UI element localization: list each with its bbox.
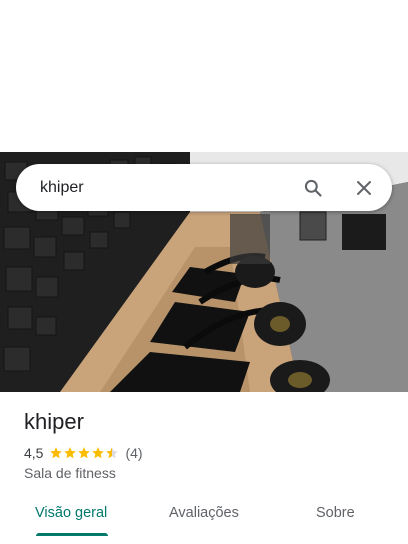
star-icon bbox=[63, 446, 77, 460]
place-category: Sala de fitness bbox=[24, 465, 116, 481]
tab-overview[interactable]: Visão geral bbox=[0, 496, 136, 536]
star-icon bbox=[49, 446, 63, 460]
place-title: khiper bbox=[24, 409, 84, 434]
rating-value: 4,5 bbox=[24, 445, 44, 461]
star-icon bbox=[105, 446, 119, 460]
rating-row[interactable]: 4,5 (4) bbox=[24, 445, 143, 461]
place-tabs: Visão geral Avaliações Sobre bbox=[0, 496, 408, 536]
tab-reviews-label: Avaliações bbox=[169, 505, 239, 521]
active-tab-indicator bbox=[36, 533, 108, 536]
tab-about-label: Sobre bbox=[316, 505, 355, 521]
tab-about[interactable]: Sobre bbox=[272, 496, 408, 536]
tab-overview-label: Visão geral bbox=[35, 505, 108, 521]
map-area-blank bbox=[0, 0, 408, 152]
search-bar[interactable]: khiper bbox=[16, 164, 392, 211]
review-count[interactable]: (4) bbox=[125, 445, 142, 461]
star-icon bbox=[77, 446, 91, 460]
close-icon[interactable] bbox=[352, 176, 376, 200]
search-icon[interactable] bbox=[301, 176, 325, 200]
tab-reviews[interactable]: Avaliações bbox=[136, 496, 272, 536]
rating-stars bbox=[49, 446, 119, 460]
star-icon bbox=[91, 446, 105, 460]
search-input[interactable]: khiper bbox=[40, 179, 301, 197]
